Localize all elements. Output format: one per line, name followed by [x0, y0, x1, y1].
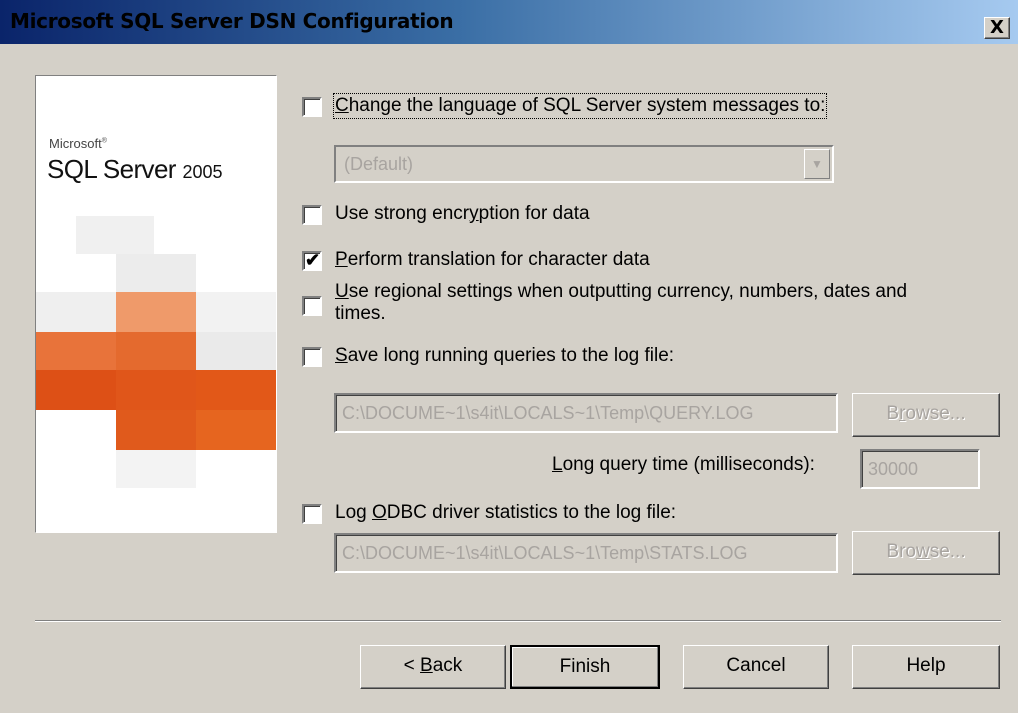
- log-odbc-stats-checkbox[interactable]: [302, 504, 322, 524]
- back-button[interactable]: < Back: [360, 645, 506, 689]
- banner-tile: [116, 450, 196, 488]
- query-log-path-input[interactable]: C:\DOCUME~1\s4it\LOCALS~1\Temp\QUERY.LOG: [334, 393, 838, 433]
- title-bar: Microsoft SQL Server DSN Configuration X: [0, 0, 1018, 44]
- long-query-time-label: Long query time (milliseconds):: [552, 454, 815, 475]
- banner-tile: [196, 332, 276, 370]
- regional-settings-checkbox[interactable]: [302, 296, 322, 316]
- banner-tile: [116, 332, 196, 370]
- banner-tile: [196, 292, 276, 332]
- language-select-value: (Default): [344, 154, 414, 174]
- strong-encryption-label[interactable]: Use strong encryption for data: [335, 203, 590, 225]
- banner-tile: [196, 370, 276, 410]
- change-language-label[interactable]: Change the language of SQL Server system…: [332, 93, 828, 119]
- banner-tile: [196, 410, 276, 450]
- banner-tile: [116, 292, 196, 332]
- browse-stats-log-button[interactable]: Browse...: [852, 531, 1000, 575]
- separator: [35, 620, 1001, 622]
- browse-query-log-button[interactable]: Browse...: [852, 393, 1000, 437]
- banner-tile: [116, 410, 196, 450]
- change-language-checkbox[interactable]: [302, 97, 322, 117]
- save-long-queries-label[interactable]: Save long running queries to the log fil…: [335, 345, 674, 367]
- window-title: Microsoft SQL Server DSN Configuration: [10, 9, 454, 33]
- banner-tile: [116, 254, 196, 292]
- chevron-down-icon[interactable]: ▼: [804, 149, 830, 179]
- cancel-button[interactable]: Cancel: [683, 645, 829, 689]
- translation-label[interactable]: Perform translation for character data: [335, 249, 650, 271]
- language-select[interactable]: (Default) ▼: [334, 145, 834, 183]
- translation-checkbox[interactable]: ✔: [302, 250, 322, 271]
- finish-button[interactable]: Finish: [510, 645, 660, 689]
- product-logo: SQL Server 2005: [47, 154, 223, 184]
- brand-label: Microsoft®: [49, 136, 107, 151]
- save-long-queries-checkbox[interactable]: [302, 347, 322, 367]
- regional-settings-label[interactable]: Use regional settings when outputting cu…: [335, 281, 907, 325]
- help-button[interactable]: Help: [852, 645, 1000, 689]
- long-query-time-input[interactable]: 30000: [860, 449, 980, 489]
- banner-tile: [116, 370, 196, 410]
- checkmark-icon: ✔: [305, 250, 321, 270]
- stats-log-path-input[interactable]: C:\DOCUME~1\s4it\LOCALS~1\Temp\STATS.LOG: [334, 533, 838, 573]
- log-odbc-stats-label[interactable]: Log ODBC driver statistics to the log fi…: [335, 502, 676, 524]
- strong-encryption-checkbox[interactable]: [302, 205, 322, 225]
- banner-tile: [36, 332, 116, 370]
- sql-server-banner: Microsoft® SQL Server 2005: [35, 75, 277, 533]
- close-button[interactable]: X: [984, 17, 1010, 39]
- banner-tile: [76, 216, 154, 254]
- banner-tile: [36, 370, 116, 410]
- banner-tile: [36, 292, 116, 332]
